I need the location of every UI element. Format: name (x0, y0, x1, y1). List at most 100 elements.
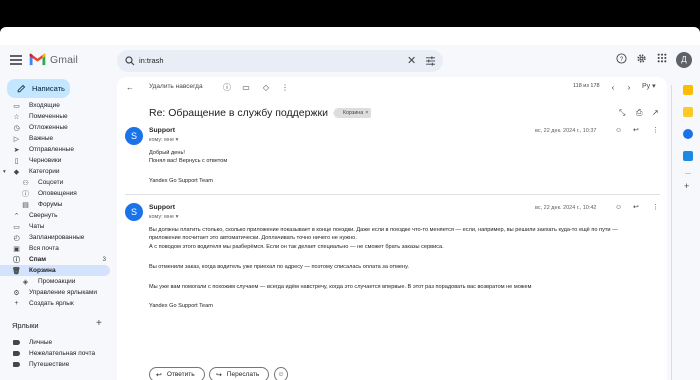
thread-subject: Re: Обращение в службу поддержки (149, 107, 328, 119)
reply-button[interactable]: ↩ Ответить (149, 367, 205, 380)
trash-icon: 🗑 (12, 267, 21, 275)
prev-page-icon[interactable]: ‹ (608, 82, 618, 92)
account-avatar[interactable]: Д (676, 52, 692, 68)
label-tag-icon (12, 360, 21, 369)
help-icon[interactable]: ? (616, 53, 627, 64)
recipient-details[interactable]: кому: мне ▾ (149, 137, 178, 143)
pencil-icon (17, 84, 26, 93)
label-as-icon[interactable]: ◇ (261, 82, 271, 92)
sidebar-item-categories[interactable]: ▾ ◆ Категории (0, 166, 110, 177)
gmail-logo[interactable]: Gmail (29, 53, 78, 66)
plus-icon: + (14, 300, 19, 307)
sender-name[interactable]: Support (149, 204, 175, 211)
message-line: Добрый день! (149, 150, 185, 156)
star-icon: ☆ (13, 113, 20, 121)
search-options-icon[interactable] (425, 56, 436, 66)
sidebar-item-scheduled[interactable]: ◴ Запланированные (0, 232, 110, 243)
add-addon-icon[interactable]: + (684, 181, 689, 191)
compose-label: Написать (32, 84, 65, 93)
back-arrow-icon[interactable]: ← (125, 82, 135, 92)
message-line: Понял вас! Вернусь с ответом (149, 158, 228, 164)
labels-list: Личные Нежелательная почта Путешествие (0, 337, 110, 370)
message-line: приложение посчитает это автоматически. … (149, 235, 357, 241)
emoji-reaction-icon[interactable]: ☺ (615, 204, 622, 211)
main-menu-icon[interactable] (10, 55, 22, 65)
more-vert-icon[interactable]: ⋮ (280, 82, 290, 92)
label-icon: ◆ (13, 168, 20, 176)
sidebar-item-create-label[interactable]: + Создать ярлык (0, 298, 110, 309)
message-more-icon[interactable]: ⋮ (652, 126, 659, 134)
sidebar-item-important[interactable]: ▷ Важные (0, 133, 110, 144)
report-spam-icon[interactable]: ⓘ (222, 82, 232, 92)
calendar-icon[interactable] (683, 85, 693, 95)
sidebar-item-manage-labels[interactable]: ⚙ Управление ярлыками (0, 287, 110, 298)
emoji-reaction-icon[interactable]: ☺ (615, 127, 622, 134)
open-new-window-icon[interactable]: ↗ (652, 108, 659, 117)
forum-icon: ▤ (22, 201, 29, 209)
print-icon[interactable]: ⎙ (636, 108, 642, 118)
message-divider (125, 194, 660, 195)
labels-heading: Ярлыки (12, 321, 39, 330)
side-divider (685, 173, 691, 174)
message-line: А с поводом этого водителя мы разберёмся… (149, 244, 444, 250)
sidebar-item-updates[interactable]: ⓘ Оповещения (0, 188, 110, 199)
remove-label-icon[interactable]: × (365, 110, 368, 116)
keep-icon[interactable] (683, 107, 693, 117)
sidebar-item-forums[interactable]: ▤ Форумы (0, 199, 110, 210)
expand-all-icon[interactable]: ⤡ (619, 108, 625, 118)
input-language-button[interactable]: Ру ▾ (642, 82, 656, 90)
add-label-icon[interactable]: + (96, 318, 102, 329)
sidebar-item-chats[interactable]: ▭ Чаты (0, 221, 110, 232)
sender-name[interactable]: Support (149, 127, 175, 134)
contacts-icon[interactable] (683, 151, 693, 161)
reply-icon[interactable]: ↩ (633, 203, 639, 211)
message-panel: ← Удалить навсегда ⓘ ▭ ◇ ⋮ 118 из 178 ‹ … (117, 77, 667, 380)
forward-arrow-icon: ↪ (216, 371, 222, 379)
sidebar-item-social[interactable]: ⚇ Соцсети (0, 177, 110, 188)
draft-icon: ▯ (14, 157, 19, 165)
browser-tab-strip (0, 27, 700, 45)
scrollbar-track[interactable] (671, 85, 672, 380)
move-to-inbox-icon[interactable]: ▭ (241, 82, 251, 92)
clear-search-icon[interactable]: ✕ (407, 55, 416, 67)
message-more-icon[interactable]: ⋮ (652, 203, 659, 211)
label-tag-icon (12, 338, 21, 347)
sidebar-item-snoozed[interactable]: ◷ Отложенные (0, 122, 110, 133)
apps-grid-icon[interactable] (657, 53, 667, 63)
label-item-travel[interactable]: Путешествие (0, 359, 110, 370)
next-page-icon[interactable]: › (624, 82, 634, 92)
search-bar[interactable]: in:trash ✕ (117, 50, 443, 72)
sidebar-item-collapse[interactable]: ⌃ Свернуть (0, 210, 110, 221)
sidebar-item-trash[interactable]: 🗑 Корзина (0, 265, 110, 276)
gmail-app: Gmail in:trash ✕ ? Д Написать ▭ Входящие … (0, 45, 700, 380)
settings-icon: ⚙ (13, 289, 20, 297)
label-item-junk[interactable]: Нежелательная почта (0, 348, 110, 359)
all-mail-icon: ▣ (13, 245, 20, 253)
sidebar-item-inbox[interactable]: ▭ Входящие (0, 100, 110, 111)
settings-gear-icon[interactable] (636, 53, 647, 64)
search-icon[interactable] (124, 55, 136, 67)
sidebar-item-drafts[interactable]: ▯ Черновики (0, 155, 110, 166)
header: Gmail in:trash ✕ ? Д (0, 45, 700, 77)
label-item-personal[interactable]: Личные (0, 337, 110, 348)
tasks-icon[interactable] (683, 129, 693, 139)
spam-icon: ⓘ (13, 256, 20, 264)
emoji-reaction-button[interactable]: ☺ (274, 367, 288, 380)
reply-icon[interactable]: ↩ (633, 126, 639, 134)
recipient-details[interactable]: кому: мне ▾ (149, 214, 178, 220)
forward-button[interactable]: ↪ Переслать (209, 367, 270, 380)
message-line: Вы отменили заказ, когда водитель уже пр… (149, 264, 409, 270)
sender-avatar: S (125, 127, 143, 145)
caret-down-icon: ▾ (3, 168, 6, 175)
sidebar-item-starred[interactable]: ☆ Помеченные (0, 111, 110, 122)
sidebar-item-promotions[interactable]: ◈ Промоакции (0, 276, 110, 287)
sidebar-item-sent[interactable]: ➤ Отправленные (0, 144, 110, 155)
message-signature: Yandex Go Support Team (149, 178, 213, 184)
delete-forever-button[interactable]: Удалить навсегда (149, 83, 203, 90)
sidebar-item-spam[interactable]: ⓘ Спам 3 (0, 254, 110, 265)
browser-chrome (0, 0, 700, 45)
sidebar-item-all-mail[interactable]: ▣ Вся почта (0, 243, 110, 254)
compose-button[interactable]: Написать (7, 79, 70, 98)
search-input[interactable]: in:trash (139, 56, 164, 65)
trash-label-badge[interactable]: Корзина × (332, 108, 372, 118)
